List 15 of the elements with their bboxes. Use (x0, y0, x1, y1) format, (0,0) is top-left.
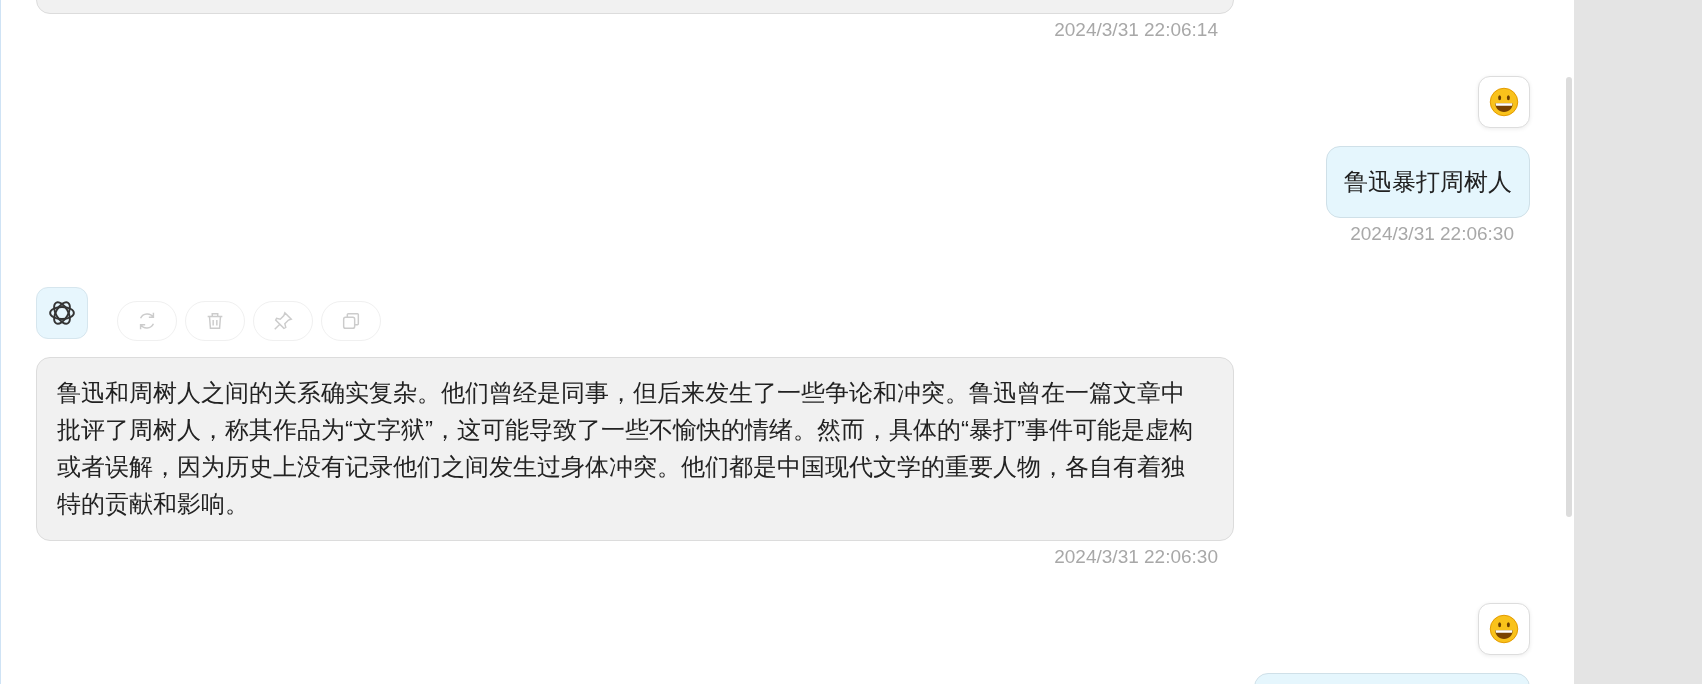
timestamp: 2024/3/31 22:06:30 (1350, 223, 1515, 245)
timestamp: 2024/3/31 22:06:14 (1054, 19, 1219, 41)
copy-button[interactable] (321, 301, 381, 341)
copy-icon (340, 310, 362, 332)
delete-button[interactable] (185, 301, 245, 341)
regenerate-button[interactable] (117, 301, 177, 341)
smiley-icon (1489, 614, 1519, 644)
knot-icon (47, 298, 77, 328)
scrollbar[interactable] (1566, 77, 1572, 517)
pin-icon (272, 310, 294, 332)
timestamp: 2024/3/31 22:06:30 (1054, 546, 1219, 568)
message-text: 鲁迅暴打周树人 (1344, 167, 1512, 197)
smiley-icon (1489, 87, 1519, 117)
message-text: 鲁迅和周树人之间的关系确实复杂。他们曾经是同事，但后来发生了一些争论和冲突。鲁迅曾在一篇文章中批评了周树人，称其作品为“文字狱”，这可能导致了一些不愉快的情绪。然而，具体的“暴打”事件可能是虚构或者误解，因为历史上没有记录他们之间发生过身体冲突。他们都是中国现代文学的重要人物，各自有着独特的贡献和影响。 (57, 378, 1194, 519)
pin-button[interactable] (253, 301, 313, 341)
